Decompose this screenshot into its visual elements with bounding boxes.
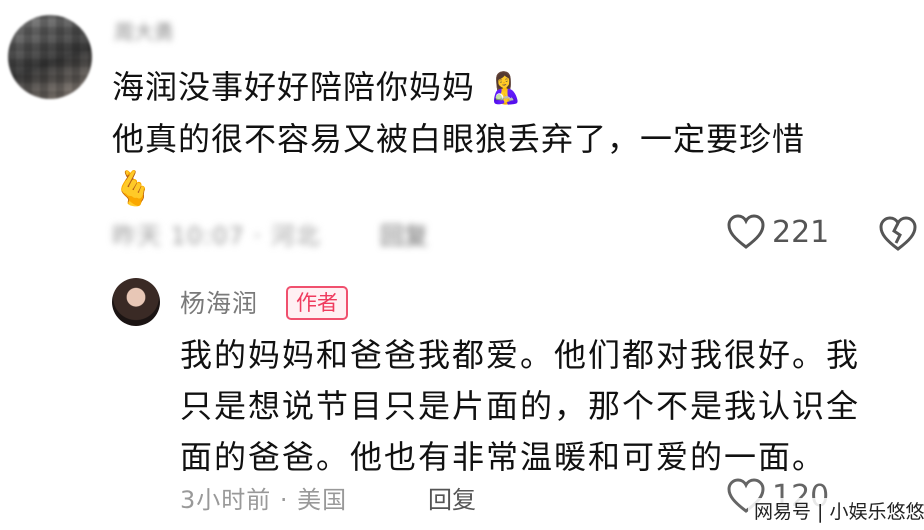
reply-text-line2: 只是想说节目只是片面的，那个不是我认识全 [180,387,861,425]
comment-reply-button[interactable]: 回复 [380,216,428,251]
heart-hand-icon: 🫰 [112,169,156,209]
comment-text-line1: 海润没事好好陪陪你妈妈 [112,68,476,106]
commenter-username[interactable]: 周大勇 [114,16,204,44]
comment-text-line2: 他真的很不容易又被白眼狼丢弃了，一定要珍惜 [112,120,806,158]
broken-heart-icon [879,216,917,251]
author-reply: 杨海润 作者 我的妈妈和爸爸我都爱。他们都对我很好。我 只是想说节目只是片面的，… [0,272,924,530]
author-badge: 作者 [286,286,348,320]
reply-meta: 3小时前 · 美国 [180,486,348,514]
reply-text-line1: 我的妈妈和爸爸我都爱。他们都对我很好。我 [180,336,861,374]
heart-icon [727,214,765,249]
comment-meta: 昨天 10:07 · 河北 [112,222,321,250]
comment-like-button[interactable]: 221 [726,214,829,250]
comment-text: 海润没事好好陪陪你妈妈 🤱 他真的很不容易又被白眼狼丢弃了，一定要珍惜 🫰 [112,62,902,213]
comment-like-count: 221 [772,214,830,250]
reply-text: 我的妈妈和爸爸我都爱。他们都对我很好。我 只是想说节目只是片面的，那个不是我认识… [180,330,910,483]
reply-text-line3: 面的爸爸。他也有非常温暖和可爱的一面。 [180,438,827,476]
comment-dislike-button[interactable] [878,216,918,256]
woman-feeding-baby-icon: 🤱 [486,71,525,106]
watermark: 网易号 | 小娱乐悠悠 [748,498,924,526]
commenter-avatar[interactable] [8,15,92,99]
author-avatar[interactable] [112,278,160,326]
author-username[interactable]: 杨海润 [180,284,258,320]
reply-reply-button[interactable]: 回复 [428,480,476,515]
